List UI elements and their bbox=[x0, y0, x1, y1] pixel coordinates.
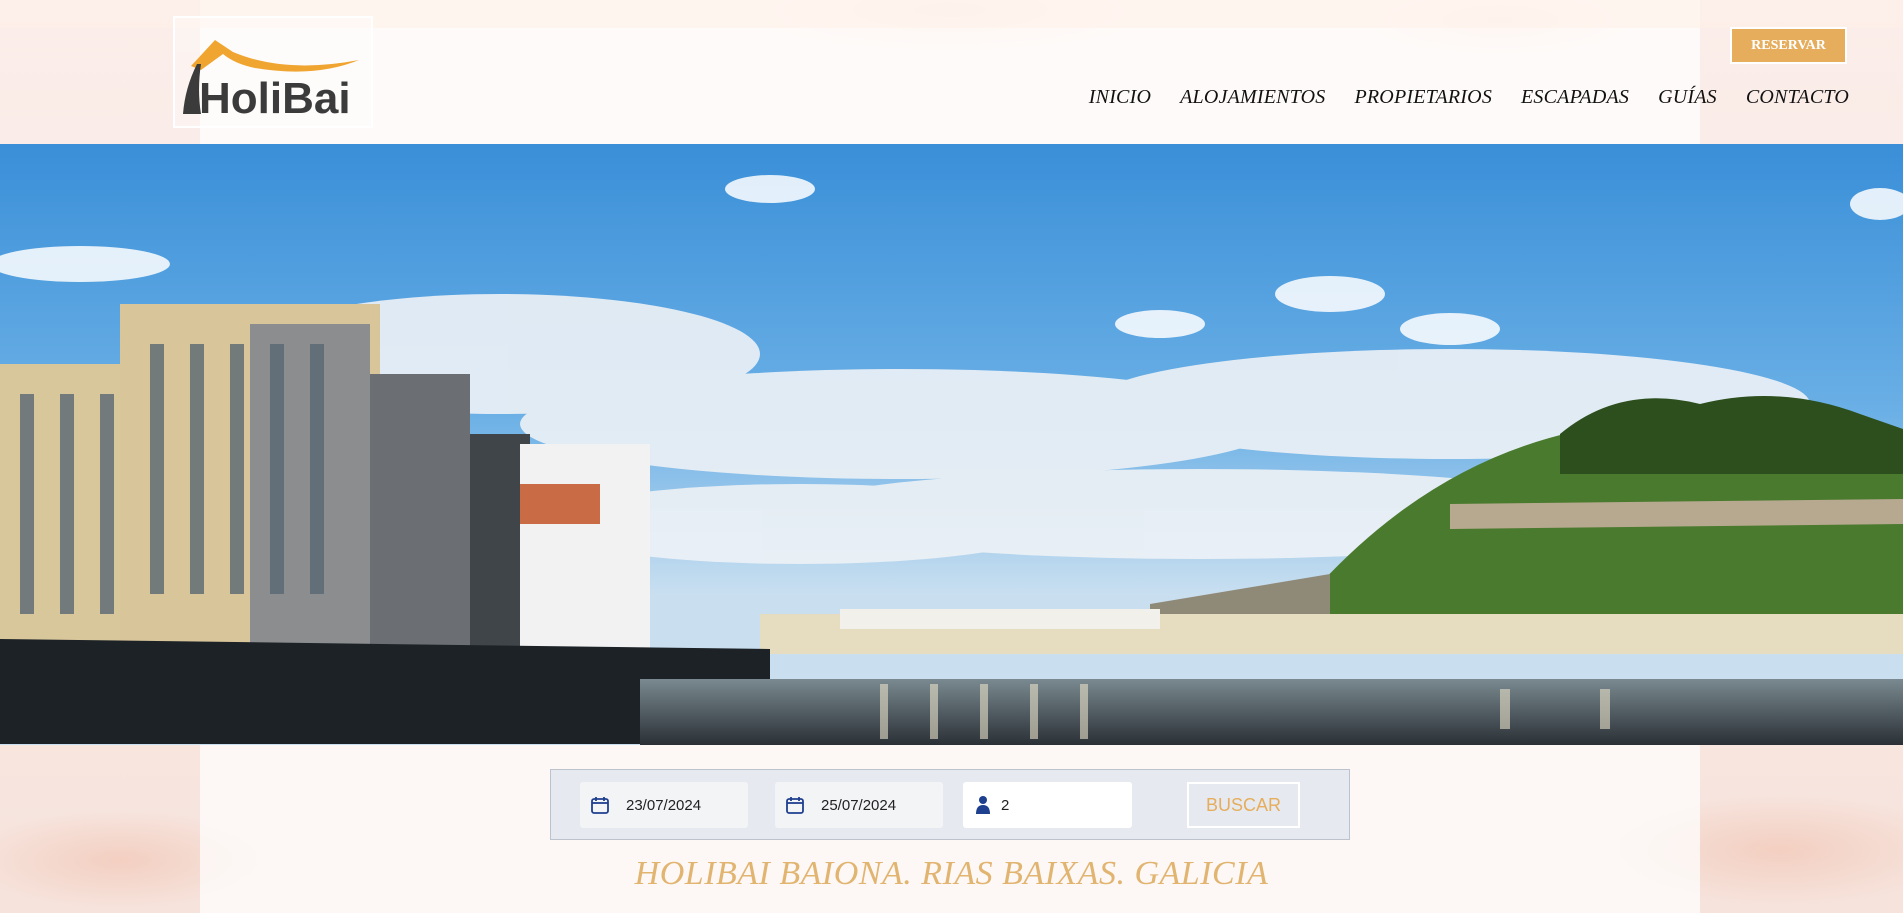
booking-search-bar: 23/07/2024 25/07/2024 2 BUSCAR bbox=[550, 769, 1350, 840]
holibai-logo[interactable]: HoliBai bbox=[173, 16, 373, 128]
checkin-date-field[interactable]: 23/07/2024 bbox=[580, 782, 748, 828]
guests-field[interactable]: 2 bbox=[963, 782, 1132, 828]
nav-item-propietarios[interactable]: PROPIETARIOS bbox=[1354, 86, 1492, 109]
guests-value: 2 bbox=[1001, 796, 1010, 814]
nav-item-alojamientos[interactable]: ALOJAMIENTOS bbox=[1180, 86, 1325, 109]
site-header: HoliBai RESERVAR INICIO ALOJAMIENTOS PRO… bbox=[0, 0, 1903, 144]
nav-item-escapadas[interactable]: ESCAPADAS bbox=[1521, 86, 1629, 109]
nav-item-inicio[interactable]: INICIO bbox=[1089, 86, 1151, 109]
logo-mark: HoliBai bbox=[175, 18, 371, 126]
calendar-icon bbox=[588, 793, 612, 817]
checkout-date-field[interactable]: 25/07/2024 bbox=[775, 782, 943, 828]
nav-item-guias[interactable]: GUÍAS bbox=[1658, 86, 1717, 109]
reserve-button[interactable]: RESERVAR bbox=[1730, 27, 1847, 64]
checkout-date-value: 25/07/2024 bbox=[821, 796, 897, 814]
main-nav: INICIO ALOJAMIENTOS PROPIETARIOS ESCAPAD… bbox=[1089, 86, 1849, 109]
hero-image bbox=[0, 144, 1903, 745]
checkin-date-value: 23/07/2024 bbox=[626, 796, 702, 814]
nav-item-contacto[interactable]: CONTACTO bbox=[1746, 86, 1849, 109]
person-icon bbox=[971, 793, 995, 817]
calendar-icon bbox=[783, 793, 807, 817]
search-button[interactable]: BUSCAR bbox=[1187, 782, 1300, 828]
page-title: HOLIBAI BAIONA. RIAS BAIXAS. GALICIA bbox=[634, 855, 1269, 892]
baiona-waterfront-photo bbox=[0, 144, 1903, 745]
logo-text: HoliBai bbox=[199, 74, 351, 123]
